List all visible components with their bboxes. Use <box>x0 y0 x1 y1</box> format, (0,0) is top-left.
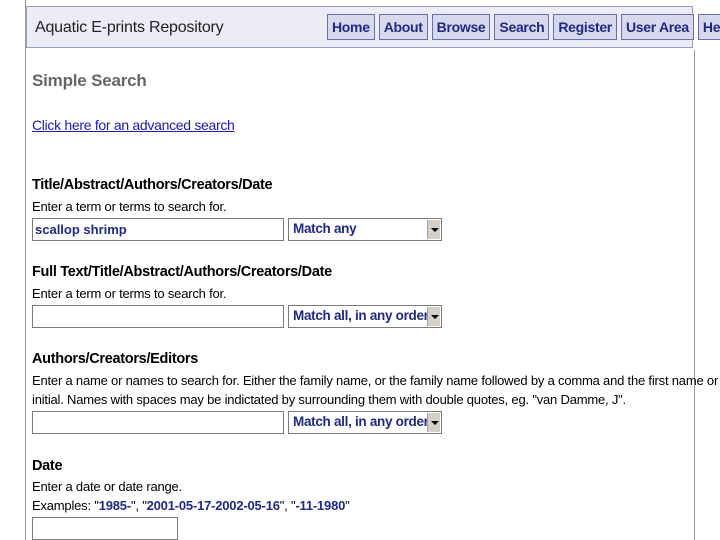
advanced-search-link[interactable]: Click here for an advanced search <box>32 117 235 133</box>
authors-search-input[interactable] <box>32 411 284 434</box>
examples-prefix: Examples: " <box>32 498 99 513</box>
authors-search-match-value: Match all, in any order <box>293 414 429 429</box>
site-header: Aquatic E-prints Repository Home About B… <box>26 6 720 48</box>
title-search-match-select[interactable]: Match any <box>288 218 442 241</box>
nav-user-area-button[interactable]: User Area <box>620 14 694 40</box>
page-border-left <box>25 0 26 540</box>
date-example-2: 2001-05-17-2002-05-16 <box>146 498 280 513</box>
page-title: Simple Search <box>32 71 147 90</box>
authors-search-label: Authors/Creators/Editors <box>32 351 199 367</box>
fulltext-search-hint: Enter a term or terms to search for. <box>32 286 227 301</box>
title-search-hint: Enter a term or terms to search for. <box>32 199 227 214</box>
dropdown-arrow-icon[interactable] <box>427 307 440 326</box>
nav-about-button[interactable]: About <box>378 14 428 40</box>
dropdown-arrow-icon[interactable] <box>427 413 440 432</box>
authors-search-match-select[interactable]: Match all, in any order <box>288 411 442 434</box>
date-search-hint: Enter a date or date range. <box>32 479 182 494</box>
title-search-match-value: Match any <box>293 221 357 236</box>
nav-browse-button[interactable]: Browse <box>431 14 491 40</box>
dropdown-arrow-icon[interactable] <box>427 220 440 239</box>
main-nav: Home About Browse Search Register User A… <box>327 14 720 40</box>
page-border-right <box>694 50 695 540</box>
fulltext-search-match-select[interactable]: Match all, in any order <box>288 305 442 328</box>
fulltext-search-match-value: Match all, in any order <box>293 308 429 323</box>
nav-register-button[interactable]: Register <box>553 14 617 40</box>
fulltext-search-label: Full Text/Title/Abstract/Authors/Creator… <box>32 264 332 280</box>
title-search-label: Title/Abstract/Authors/Creators/Date <box>32 177 273 193</box>
date-example-3: -11-1980 <box>295 498 346 513</box>
examples-suffix: " <box>345 498 350 513</box>
date-search-input[interactable] <box>32 517 178 540</box>
title-search-input[interactable] <box>32 218 284 241</box>
nav-home-button[interactable]: Home <box>327 14 375 40</box>
authors-search-hint-line2: initial. Names with spaces may be indict… <box>32 392 626 407</box>
examples-separator-2: ", " <box>279 498 296 513</box>
nav-search-button[interactable]: Search <box>494 14 550 40</box>
date-search-examples: Examples: "1985-", "2001-05-17-2002-05-1… <box>32 496 350 515</box>
nav-help-button[interactable]: Help <box>697 14 720 40</box>
fulltext-search-input[interactable] <box>32 305 284 328</box>
date-search-label: Date <box>32 458 63 474</box>
authors-search-hint-line1: Enter a name or names to search for. Eit… <box>32 373 719 388</box>
date-example-1: 1985- <box>98 498 131 513</box>
examples-separator-1: ", " <box>130 498 147 513</box>
site-title: Aquatic E-prints Repository <box>35 19 224 36</box>
